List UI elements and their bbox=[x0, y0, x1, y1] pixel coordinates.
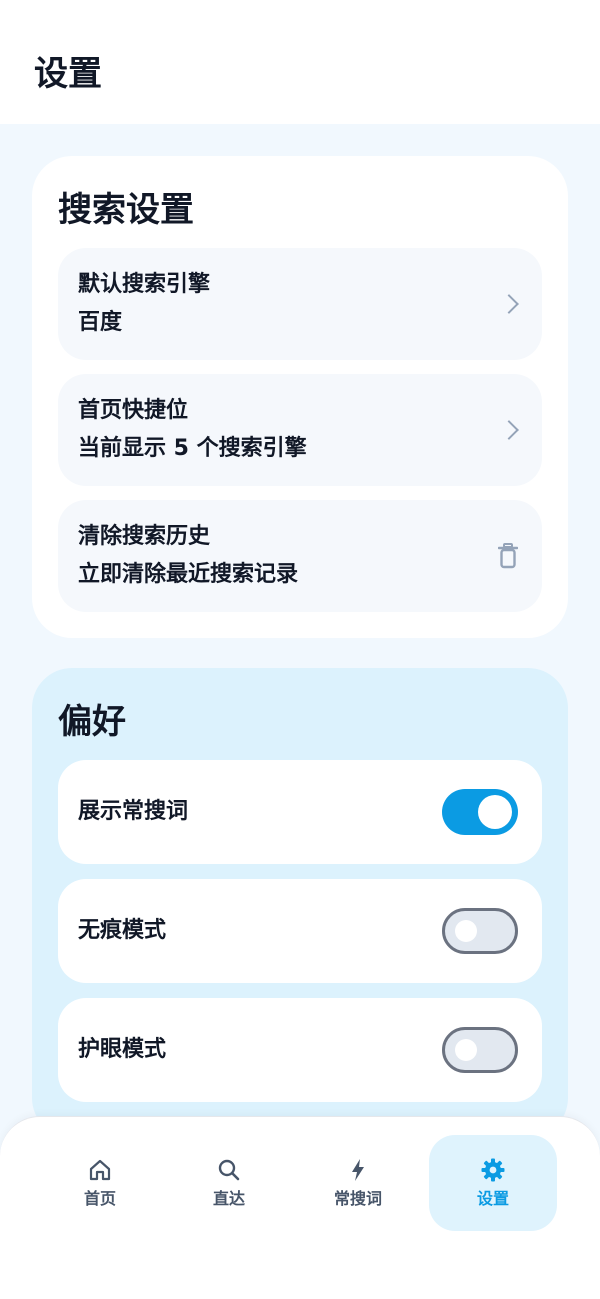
bottom-navigation: 首页 直达 常搜词 设置 bbox=[0, 1116, 600, 1299]
clear-search-history-row[interactable]: 清除搜索历史 立即清除最近搜索记录 bbox=[58, 500, 542, 612]
row-label: 首页快捷位 bbox=[78, 398, 189, 423]
bolt-icon bbox=[352, 1159, 364, 1181]
row-label: 清除搜索历史 bbox=[78, 524, 211, 549]
home-icon bbox=[89, 1159, 111, 1181]
nav-label: 常搜词 bbox=[333, 1189, 382, 1208]
incognito-mode-toggle[interactable] bbox=[442, 908, 518, 954]
row-value: 立即清除最近搜索记录 bbox=[78, 562, 299, 587]
row-label: 无痕模式 bbox=[78, 918, 167, 943]
nav-label: 首页 bbox=[83, 1189, 116, 1208]
nav-label: 直达 bbox=[212, 1189, 245, 1208]
chevron-right-icon bbox=[499, 420, 519, 440]
toggle-knob bbox=[455, 1039, 477, 1061]
search-settings-title: 搜索设置 bbox=[58, 190, 194, 230]
row-value: 百度 bbox=[78, 310, 123, 335]
trash-icon[interactable] bbox=[498, 543, 518, 569]
row-label: 默认搜索引擎 bbox=[78, 272, 211, 297]
row-label: 展示常搜词 bbox=[78, 799, 189, 824]
toggle-knob bbox=[478, 795, 512, 829]
search-settings-card: 搜索设置 默认搜索引擎 百度 首页快捷位 当前显示 5 个搜索引擎 清除搜索历史… bbox=[32, 156, 568, 638]
row-label: 护眼模式 bbox=[78, 1037, 167, 1062]
show-frequent-terms-toggle[interactable] bbox=[442, 789, 518, 835]
gear-icon bbox=[481, 1158, 505, 1182]
nav-item-home[interactable]: 首页 bbox=[36, 1135, 164, 1231]
preferences-card: 偏好 展示常搜词 无痕模式 护眼模式 bbox=[32, 668, 568, 1138]
preferences-title: 偏好 bbox=[58, 702, 126, 742]
header: 设置 bbox=[0, 0, 600, 124]
eye-care-mode-toggle[interactable] bbox=[442, 1027, 518, 1073]
nav-item-direct[interactable]: 直达 bbox=[165, 1135, 293, 1231]
default-search-engine-row[interactable]: 默认搜索引擎 百度 bbox=[58, 248, 542, 360]
eye-care-mode-row: 护眼模式 bbox=[58, 998, 542, 1102]
nav-item-settings[interactable]: 设置 bbox=[429, 1135, 557, 1231]
row-value: 当前显示 5 个搜索引擎 bbox=[78, 436, 307, 461]
incognito-mode-row: 无痕模式 bbox=[58, 879, 542, 983]
show-frequent-terms-row: 展示常搜词 bbox=[58, 760, 542, 864]
page-title: 设置 bbox=[34, 54, 102, 94]
chevron-right-icon bbox=[499, 294, 519, 314]
nav-label: 设置 bbox=[476, 1189, 509, 1208]
nav-item-frequent-terms[interactable]: 常搜词 bbox=[294, 1135, 422, 1231]
search-icon bbox=[218, 1159, 240, 1181]
toggle-knob bbox=[455, 920, 477, 942]
home-shortcuts-row[interactable]: 首页快捷位 当前显示 5 个搜索引擎 bbox=[58, 374, 542, 486]
